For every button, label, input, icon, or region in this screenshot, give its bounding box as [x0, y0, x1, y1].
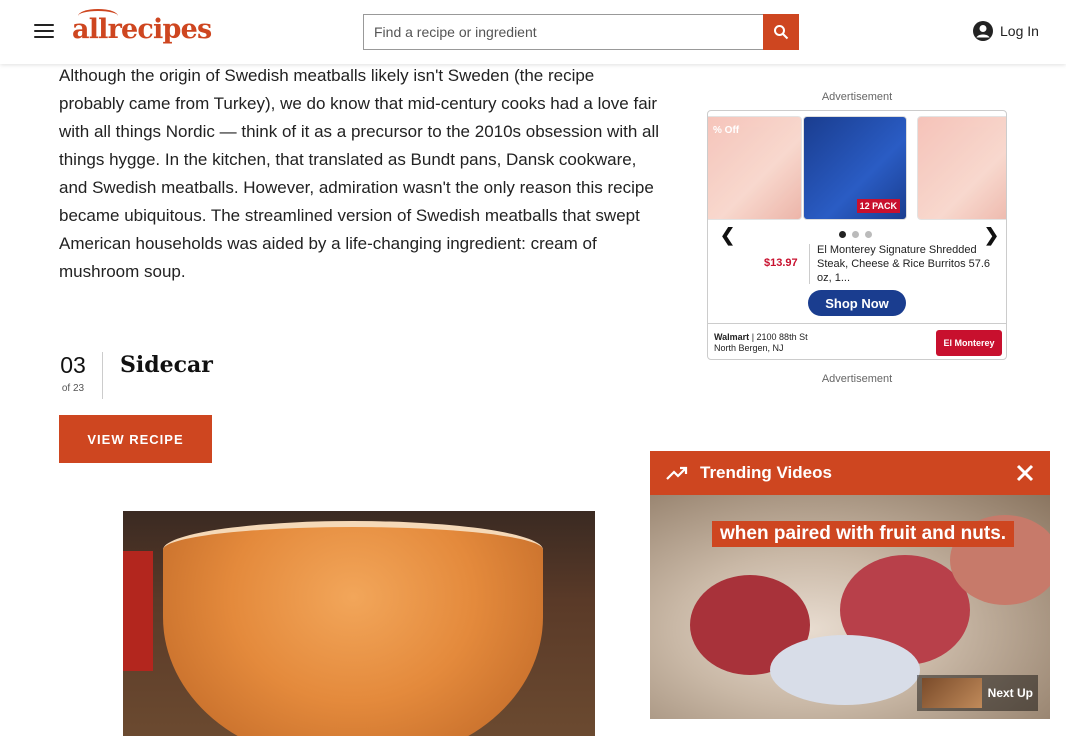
view-recipe-button[interactable]: VIEW RECIPE [59, 415, 212, 463]
site-header: allrecipes Log In [0, 0, 1066, 64]
store-address-1: 2100 88th St [756, 332, 808, 342]
ad-unit[interactable]: % Off 12 PACK ❮ ❯ $13.97 El Monterey Sig… [707, 110, 1007, 360]
intro-paragraph: Although the origin of Swedish meatballs… [59, 66, 660, 281]
ad-product-next[interactable] [917, 116, 1006, 220]
item-counter: 03 of 23 [59, 352, 87, 394]
ad-description[interactable]: El Monterey Signature Shredded Steak, Ch… [817, 243, 1002, 285]
store-address-2: North Bergen, NJ [714, 343, 784, 353]
close-icon[interactable] [1014, 462, 1036, 484]
account-icon [973, 21, 993, 41]
ad-label-top: Advertisement [821, 91, 893, 103]
pack-badge: 12 PACK [856, 199, 900, 213]
search-bar [363, 14, 799, 50]
ad-price: $13.97 [764, 257, 798, 269]
ad-separator [809, 244, 810, 284]
ad-product-prev[interactable]: % Off [708, 116, 802, 220]
next-up-thumbnail [921, 678, 982, 708]
store-name: Walmart [714, 332, 750, 342]
ad-footer: Walmart | 2100 88th St North Bergen, NJ … [708, 323, 1006, 359]
ad-label-bottom: Advertisement [821, 373, 893, 385]
cocktail-glass [163, 521, 543, 736]
brand-logo[interactable]: El Monterey [936, 330, 1002, 356]
trending-video-player[interactable]: Trending Videos when paired with fruit a… [650, 451, 1050, 719]
login-label: Log In [1000, 23, 1039, 39]
login-link[interactable]: Log In [972, 20, 1039, 42]
search-icon [774, 25, 789, 40]
carousel-dots [839, 231, 872, 238]
ad-product-main[interactable]: 12 PACK [803, 116, 907, 220]
chevron-left-icon[interactable]: ❮ [720, 225, 735, 246]
video-frame[interactable]: when paired with fruit and nuts. Next Up [650, 495, 1050, 719]
item-of: of 23 [61, 383, 85, 394]
item-title[interactable]: Sidecar [120, 352, 213, 378]
video-header: Trending Videos [650, 451, 1050, 495]
photo-background-detail [123, 551, 153, 671]
search-input[interactable] [363, 14, 763, 50]
store-info: Walmart | 2100 88th St North Bergen, NJ [714, 332, 808, 353]
recipe-photo[interactable] [123, 511, 595, 736]
next-up-label: Next Up [987, 686, 1033, 700]
next-up-button[interactable]: Next Up [916, 675, 1038, 711]
ad-side-label: % Off [713, 125, 740, 136]
menu-icon[interactable] [30, 20, 58, 44]
blue-cheese [770, 635, 920, 705]
shop-now-button[interactable]: Shop Now [808, 290, 906, 316]
item-divider [102, 352, 103, 399]
search-button[interactable] [763, 14, 799, 50]
video-title: Trending Videos [700, 463, 832, 482]
video-caption: when paired with fruit and nuts. [712, 521, 1015, 547]
site-logo[interactable]: allrecipes [72, 9, 212, 45]
logo-arc-icon [78, 9, 118, 23]
item-number: 03 [60, 352, 86, 378]
trending-icon [666, 466, 688, 480]
